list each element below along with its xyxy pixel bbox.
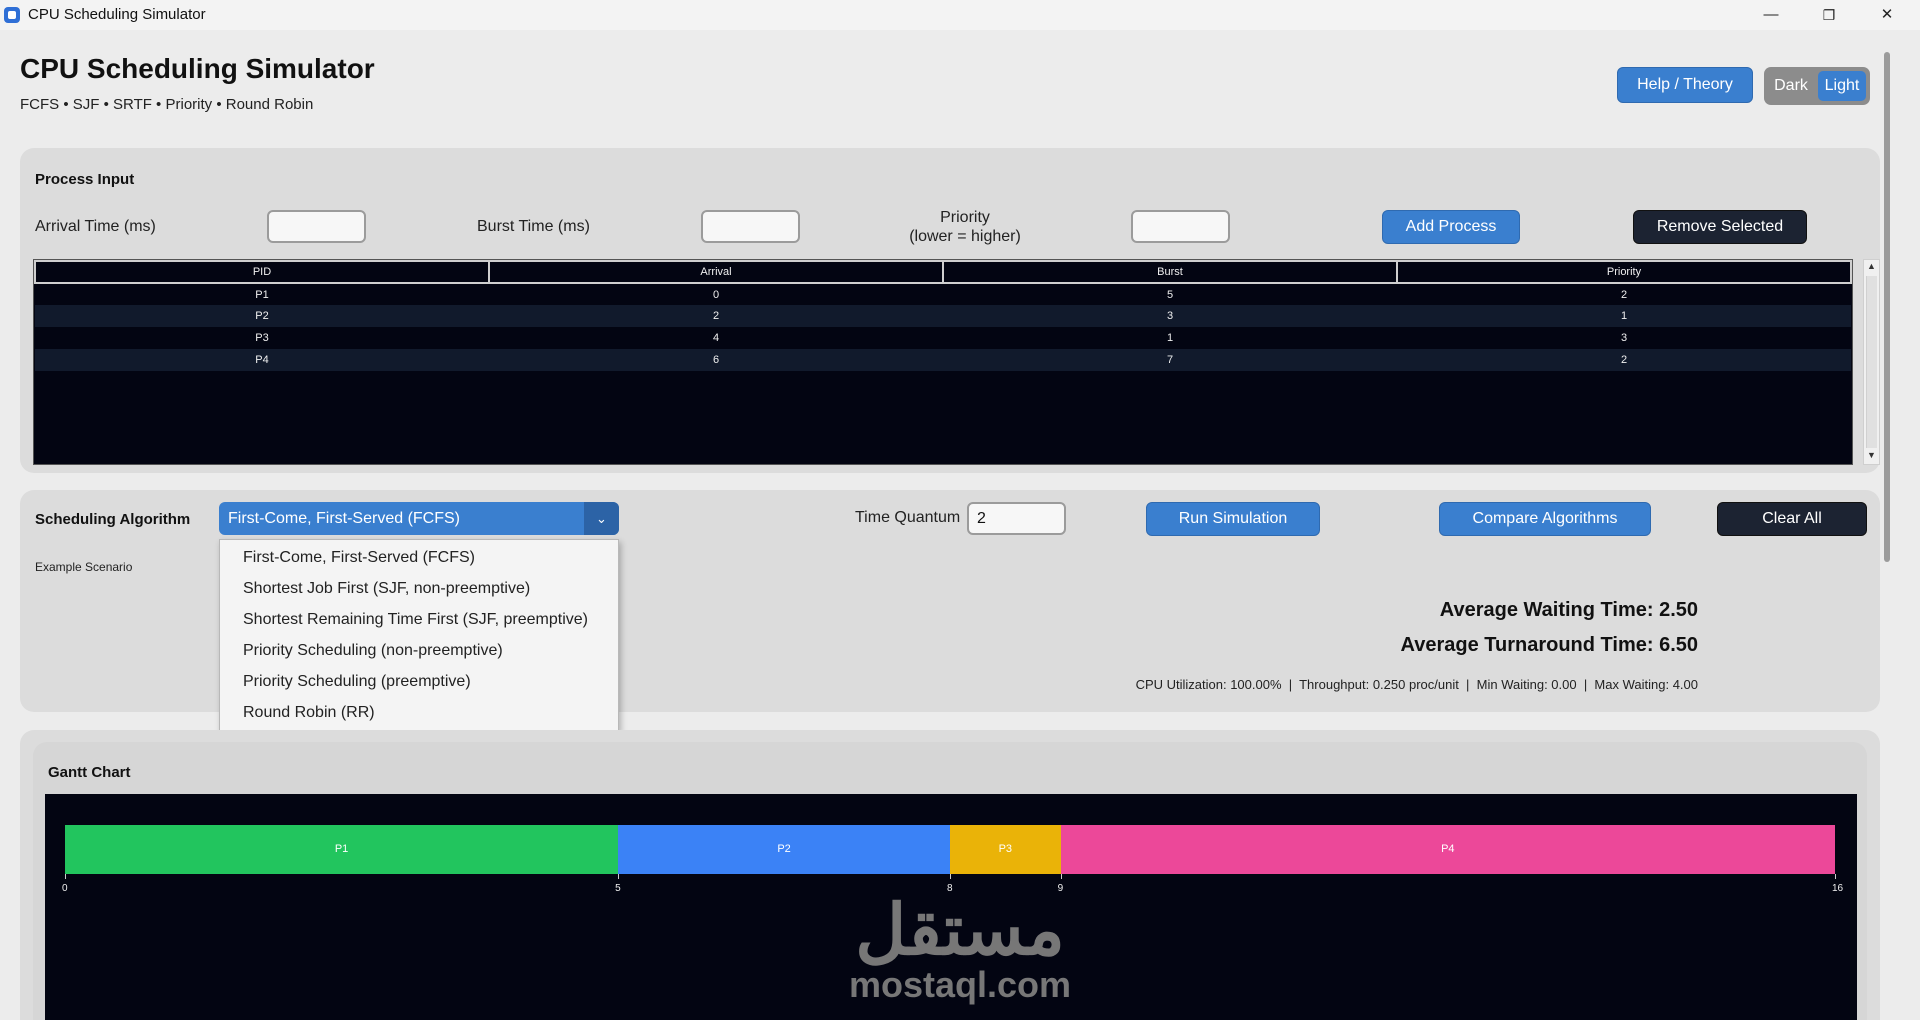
algorithm-dropdown-menu: First-Come, First-Served (FCFS) Shortest… [219,539,619,731]
dropdown-option-sjf[interactable]: Shortest Job First (SJF, non-preemptive) [243,580,530,598]
table-row[interactable]: P4 6 7 2 [35,349,1851,371]
priority-label-line1: Priority [940,209,990,226]
remove-selected-button[interactable]: Remove Selected [1633,210,1807,244]
process-table[interactable]: PID Arrival Burst Priority P1 0 5 2 P2 2… [33,259,1853,465]
cell-priority: 2 [1397,283,1851,305]
burst-time-input[interactable] [701,210,800,243]
page-scrollbar[interactable] [1880,52,1894,952]
dropdown-option-fcfs[interactable]: First-Come, First-Served (FCFS) [243,549,475,567]
cell-pid: P2 [35,305,489,327]
gantt-segment-p2: P2 [618,825,950,874]
column-header-burst[interactable]: Burst [942,260,1398,284]
column-header-pid[interactable]: PID [34,260,490,284]
gantt-tick-mark [1835,874,1836,879]
gantt-tick-label: 16 [1832,883,1844,894]
gantt-tick-label: 9 [1057,883,1064,894]
cell-burst: 7 [943,349,1397,371]
cell-arrival: 0 [489,283,943,305]
cell-arrival: 4 [489,327,943,349]
window-title: CPU Scheduling Simulator [28,6,206,23]
dropdown-option-rr[interactable]: Round Robin (RR) [243,704,375,722]
watermark-latin: mostaql.com [848,964,1072,1005]
gantt-tick-mark [65,874,66,879]
minimize-button[interactable]: — [1748,0,1794,30]
column-header-arrival[interactable]: Arrival [488,260,944,284]
priority-input[interactable] [1131,210,1230,243]
priority-label-line2: (lower = higher) [909,228,1021,245]
cell-burst: 3 [943,305,1397,327]
gantt-tick-mark [950,874,951,879]
compare-algorithms-button[interactable]: Compare Algorithms [1439,502,1651,536]
gantt-tick-label: 0 [62,883,68,894]
dropdown-option-priority-np[interactable]: Priority Scheduling (non-preemptive) [243,642,503,660]
gantt-segment-p4: P4 [1060,825,1835,874]
simulation-metrics: CPU Utilization: 100.00% | Throughput: 0… [1135,677,1698,692]
chevron-down-icon[interactable]: ⌄ [584,502,619,535]
mostaql-watermark: مستقل mostaql.com [845,895,1075,1005]
cell-priority: 1 [1397,305,1851,327]
help-theory-button[interactable]: Help / Theory [1617,67,1753,103]
gantt-segment-p1: P1 [65,825,619,874]
close-button[interactable]: ✕ [1864,0,1910,30]
dropdown-option-srtf[interactable]: Shortest Remaining Time First (SJF, pree… [243,611,588,629]
gantt-tick-label: 8 [947,883,953,894]
gantt-chart-title: Gantt Chart [48,764,131,781]
scroll-down-arrow-icon[interactable]: ▼ [1867,450,1876,460]
theme-toggle[interactable]: Dark Light [1764,67,1870,105]
table-row[interactable]: P3 4 1 3 [35,327,1851,349]
theme-dark-option[interactable]: Dark [1768,71,1814,101]
dropdown-option-priority-p[interactable]: Priority Scheduling (preemptive) [243,673,471,691]
scrollbar-thumb[interactable] [1866,276,1877,448]
cell-arrival: 6 [489,349,943,371]
theme-light-option[interactable]: Light [1818,71,1866,101]
algorithm-select[interactable]: First-Come, First-Served (FCFS) ⌄ [219,502,619,535]
restore-button[interactable]: ❐ [1806,0,1852,30]
arrival-time-input[interactable] [267,210,366,243]
process-input-title: Process Input [35,171,135,188]
gantt-segment-p3: P3 [950,825,1061,874]
window-titlebar: CPU Scheduling Simulator — ❐ ✕ [0,0,1920,30]
column-header-priority[interactable]: Priority [1396,260,1852,284]
average-turnaround-time: Average Turnaround Time: 6.50 [1400,634,1699,656]
table-header-row: PID Arrival Burst Priority [34,260,1852,284]
cell-arrival: 2 [489,305,943,327]
gantt-tick-mark [1060,874,1062,879]
run-simulation-button[interactable]: Run Simulation [1146,502,1320,536]
gantt-tick-mark [618,874,620,879]
scroll-up-arrow-icon[interactable]: ▲ [1867,261,1876,271]
cell-pid: P1 [35,283,489,305]
algorithm-select-value: First-Come, First-Served (FCFS) [228,510,460,527]
arrival-time-label: Arrival Time (ms) [35,218,156,235]
clear-all-button[interactable]: Clear All [1717,502,1867,536]
cell-pid: P4 [35,349,489,371]
cell-priority: 3 [1397,327,1851,349]
app-icon [4,7,20,23]
cell-burst: 1 [943,327,1397,349]
cell-priority: 2 [1397,349,1851,371]
add-process-button[interactable]: Add Process [1382,210,1520,244]
page-scrollbar-thumb[interactable] [1884,52,1890,562]
page-subtitle: FCFS • SJF • SRTF • Priority • Round Rob… [20,96,314,113]
example-scenario-label[interactable]: Example Scenario [35,560,132,574]
average-waiting-time: Average Waiting Time: 2.50 [1439,599,1698,621]
watermark-arabic: مستقل [855,891,1065,969]
time-quantum-input[interactable] [967,502,1066,535]
time-quantum-label: Time Quantum [855,509,961,526]
table-scrollbar[interactable]: ▲ ▼ [1863,259,1880,465]
cell-burst: 5 [943,283,1397,305]
table-row[interactable]: P1 0 5 2 [35,283,1851,305]
page-title: CPU Scheduling Simulator [20,53,375,84]
gantt-tick-label: 5 [615,883,621,894]
algorithm-title: Scheduling Algorithm [35,511,191,528]
table-row[interactable]: P2 2 3 1 [35,305,1851,327]
burst-time-label: Burst Time (ms) [477,218,590,235]
cell-pid: P3 [35,327,489,349]
